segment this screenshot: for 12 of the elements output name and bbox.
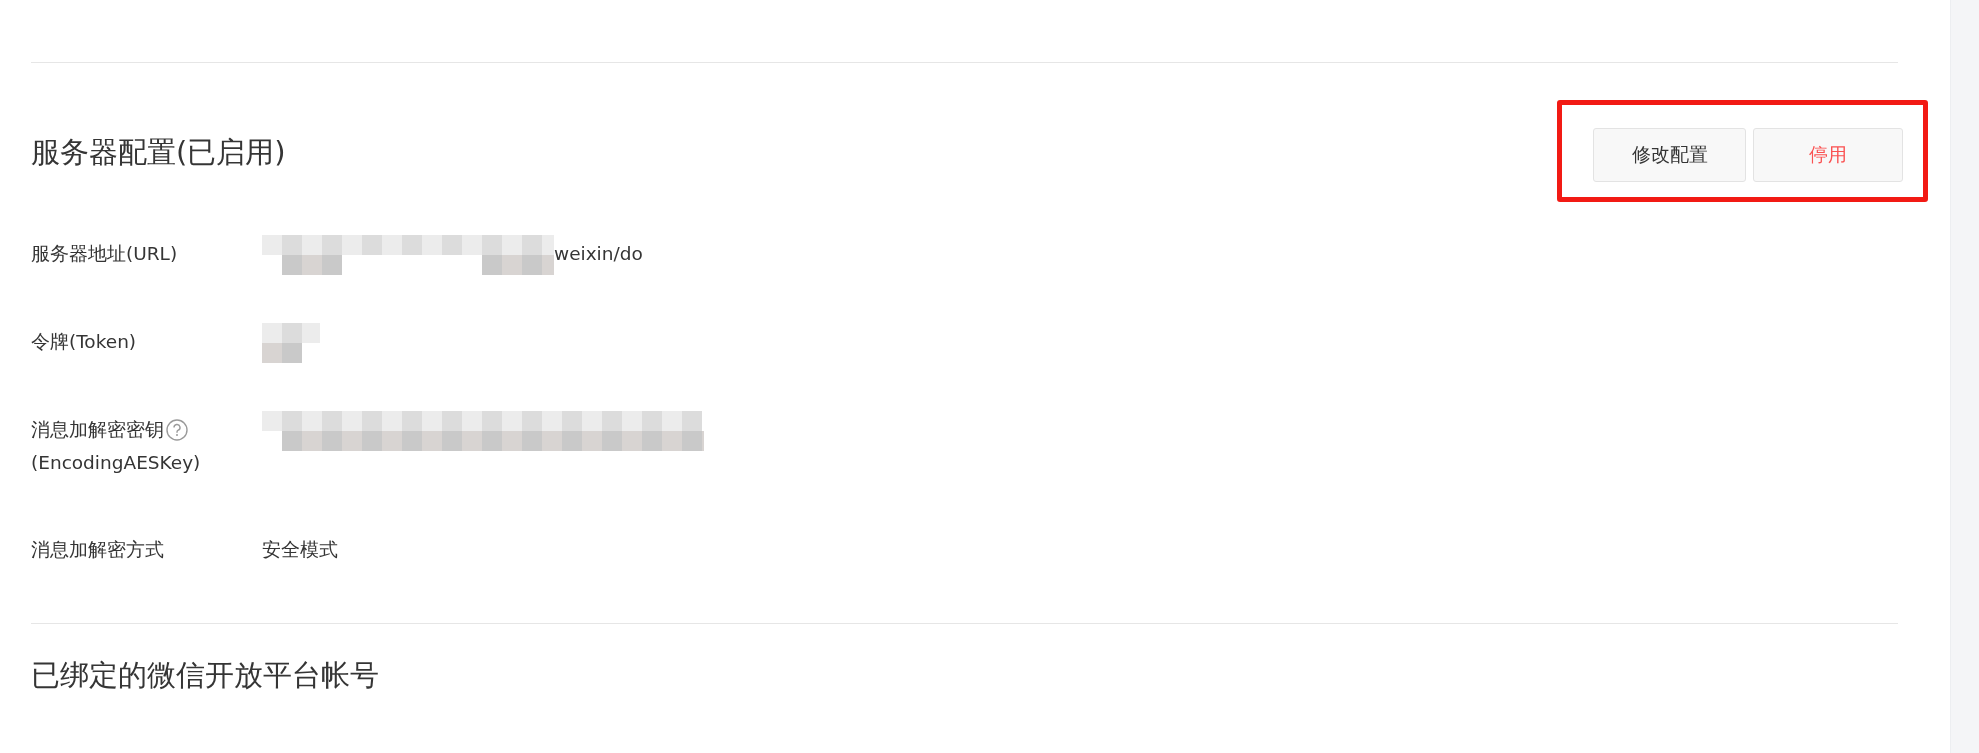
section-title: 已绑定的微信开放平台帐号 (31, 657, 380, 694)
mode-value: 安全模式 (262, 538, 338, 562)
field-label: 消息加解密方式 (31, 538, 164, 562)
section-title: 服务器配置(已启用) (31, 134, 286, 171)
url-value: weixin/do (554, 242, 643, 266)
field-label: (EncodingAESKey) (31, 451, 202, 475)
help-icon[interactable] (166, 418, 188, 441)
redacted-text-drawing (262, 323, 320, 363)
field-label: 令牌(Token) (31, 330, 137, 354)
edit-config-button[interactable]: 修改配置 (1593, 127, 1746, 182)
field-label: 服务器地址(URL) (31, 242, 178, 266)
field-label: 消息加解密密钥 (31, 418, 164, 442)
